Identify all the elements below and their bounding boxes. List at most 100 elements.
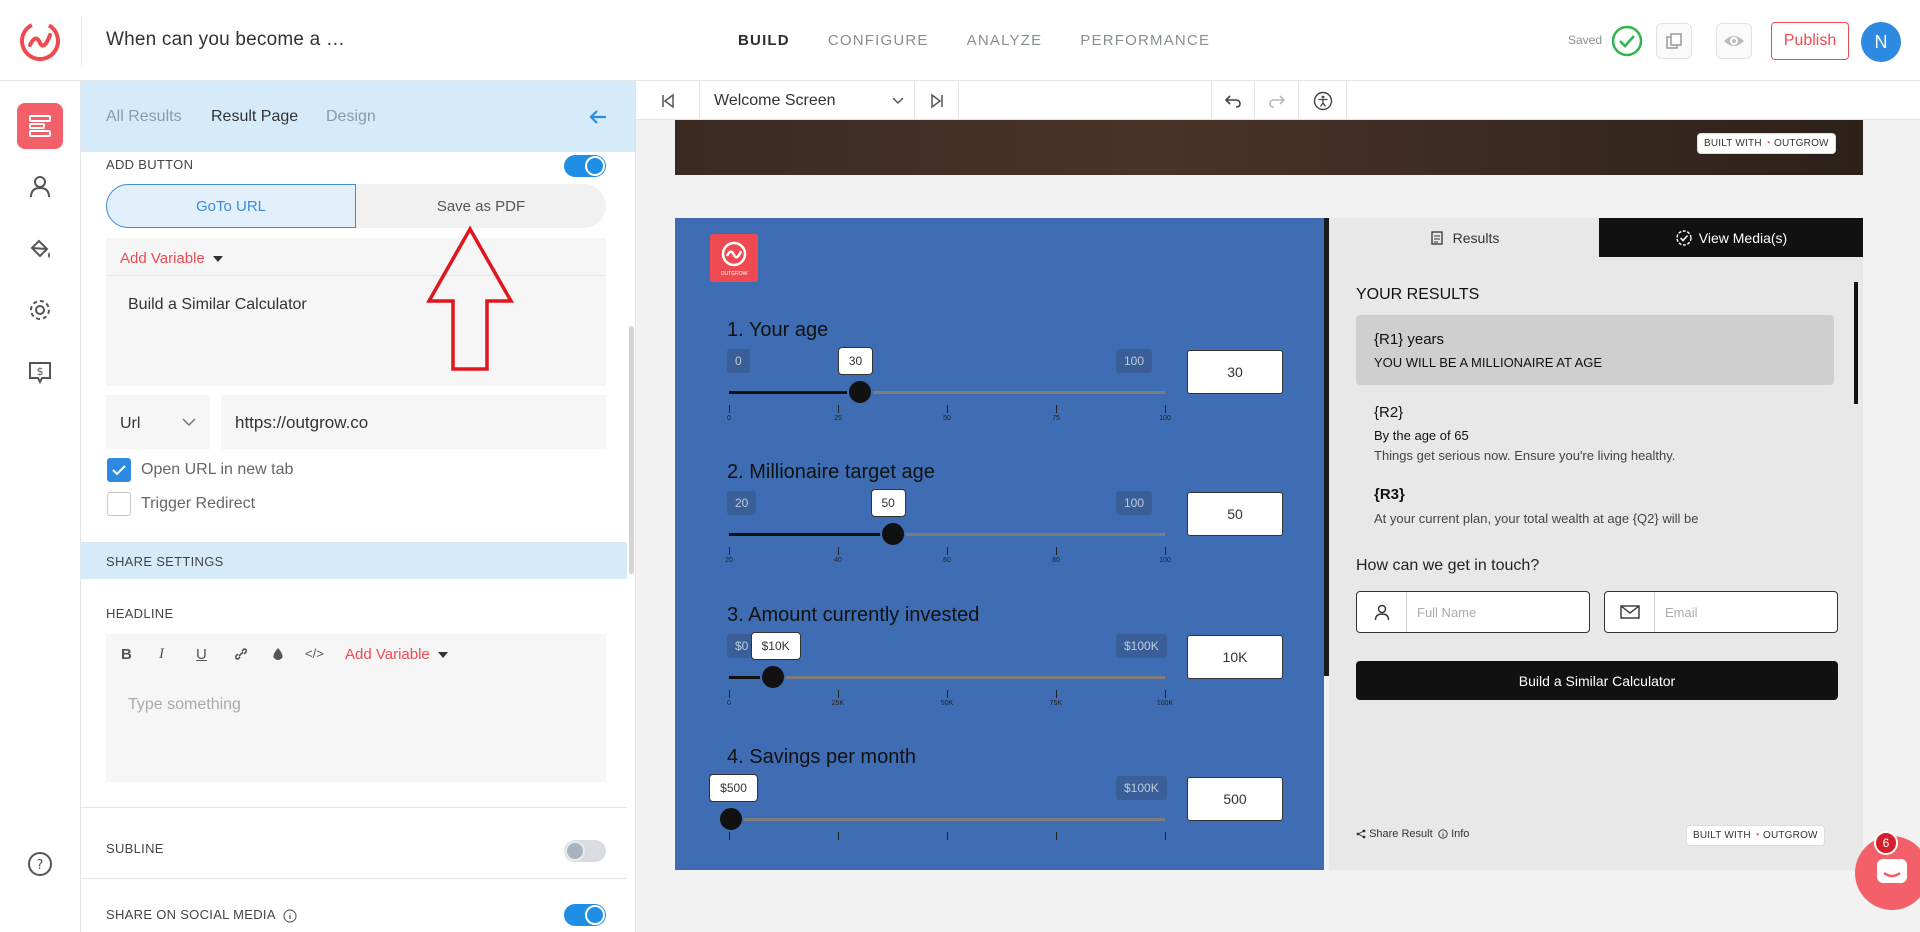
field-icon-wrap [1357,592,1407,632]
save-as-pdf-option[interactable]: Save as PDF [356,184,606,228]
build-similar-calculator-button[interactable]: Build a Similar Calculator [1356,661,1838,700]
slider-track[interactable] [729,676,1165,679]
headline-placeholder: Type something [128,696,241,713]
number-input[interactable]: 50 [1187,492,1283,536]
tab-all-results[interactable]: All Results [106,108,182,126]
add-variable-dropdown[interactable]: Add Variable [120,250,223,267]
slider-handle[interactable] [718,806,745,832]
slider-tick-label: 100K [1156,700,1174,707]
svg-text:$: $ [37,365,44,378]
headline-label: HEADLINE [106,606,174,621]
url-input[interactable]: https://outgrow.co [221,395,606,449]
button-type-selector: GoTo URL Save as PDF [106,184,606,228]
redo-button[interactable] [1255,81,1299,120]
slider-min-label: 20 [727,491,757,515]
rail-settings[interactable] [17,287,63,333]
subline-label: SUBLINE [106,841,164,856]
duplicate-button[interactable] [1656,23,1692,59]
color-drop-icon[interactable] [271,646,285,662]
rail-help[interactable]: ? [17,841,63,887]
rail-design[interactable] [17,226,63,272]
slider-handle[interactable] [879,521,906,547]
underline-icon[interactable]: U [196,646,207,663]
contact-heading: How can we get in touch? [1356,557,1540,574]
slider-tick [1165,547,1166,555]
email-field[interactable]: Email [1604,591,1838,633]
slider-track[interactable] [729,818,1165,821]
accessibility-button[interactable] [1299,81,1347,120]
top-divider [81,16,82,66]
undo-button[interactable] [1211,81,1255,120]
document-title[interactable]: When can you become a … [106,29,345,51]
add-button-toggle[interactable] [564,155,606,177]
link-icon[interactable] [233,646,249,662]
question-title: 4. Savings per month [727,746,916,768]
slider-tick [1165,832,1166,840]
button-text-editor[interactable]: Add Variable Build a Similar Calculator [106,238,606,386]
results-tab[interactable]: Results [1329,218,1599,257]
slider-tick-label: 75K [1049,700,1063,707]
number-input[interactable]: 30 [1187,350,1283,394]
built-with-badge[interactable]: BUILT WITH ◔ OUTGROW [1686,825,1825,846]
tab-design[interactable]: Design [326,108,376,126]
subline-toggle[interactable] [564,840,606,862]
results-scrollbar[interactable] [1854,282,1858,404]
hero-image: BUILT WITH ◔ OUTGROW [675,120,1863,175]
headline-add-variable-dropdown[interactable]: Add Variable [345,646,448,663]
number-input[interactable]: 10K [1187,635,1283,679]
slider-tick-label: 20 [725,557,733,564]
outgrow-logo-icon[interactable] [18,19,62,63]
info-link[interactable]: Info [1438,828,1469,840]
tab-performance[interactable]: PERFORMANCE [1080,32,1210,49]
headline-editor[interactable]: B I U </> Add Variable Type something [106,634,606,782]
built-with-text: BUILT WITH [1704,138,1762,149]
italic-icon[interactable]: I [159,646,164,663]
slider-tick [947,547,948,555]
rail-build[interactable] [17,103,63,149]
slider-handle[interactable] [759,664,786,690]
first-screen-button[interactable] [636,81,700,120]
tab-result-page[interactable]: Result Page [211,108,298,126]
url-type-select[interactable]: Url [106,395,210,449]
view-media-label: View Media(s) [1698,229,1788,246]
trigger-redirect-checkbox[interactable] [107,492,131,516]
avatar[interactable]: N [1861,22,1901,62]
tab-build[interactable]: BUILD [738,32,790,49]
open-new-tab-checkbox[interactable] [107,458,131,482]
chat-icon [1877,859,1907,883]
built-with-badge[interactable]: BUILT WITH ◔ OUTGROW [1697,133,1836,154]
check-icon [112,465,126,476]
publish-button[interactable]: Publish [1771,22,1849,60]
paint-bucket-icon [30,239,50,258]
panel-scrollbar[interactable] [629,326,634,574]
rail-leads[interactable] [17,163,63,209]
open-new-tab-label: Open URL in new tab [141,461,294,478]
url-type-value: Url [120,415,141,432]
screen-select[interactable]: Welcome Screen [700,81,915,120]
tab-analyze[interactable]: ANALYZE [967,32,1043,49]
info-label: Info [1451,828,1470,840]
slider-tick-label: 0 [727,700,731,707]
view-media-tab[interactable]: View Media(s) [1599,218,1863,257]
last-screen-button[interactable] [915,81,959,120]
slider-handle[interactable] [846,379,873,405]
full-name-field[interactable]: Full Name [1356,591,1590,633]
outgrow-mini-icon: ◔ [1764,138,1771,149]
number-input[interactable]: 500 [1187,777,1283,821]
rail-pricing[interactable]: $ [17,349,63,395]
slider-tick-label: 75 [1052,415,1060,422]
share-result-link[interactable]: Share Result [1356,828,1433,840]
tab-configure[interactable]: CONFIGURE [828,32,929,49]
share-social-toggle[interactable] [564,904,606,926]
mail-icon [1619,605,1640,619]
info-icon[interactable] [283,908,297,923]
result-r1-card: {R1} years YOU WILL BE A MILLIONAIRE AT … [1356,315,1834,385]
preview-button[interactable] [1716,23,1752,59]
goto-url-option[interactable]: GoTo URL [106,184,356,228]
bold-icon[interactable]: B [121,646,132,663]
arrow-left-icon[interactable] [586,105,610,129]
chevron-down-icon [892,97,904,105]
code-icon[interactable]: </> [305,646,324,661]
brand-text: OUTGROW [1762,830,1818,841]
editor-toolbar: Add Variable [106,238,606,276]
